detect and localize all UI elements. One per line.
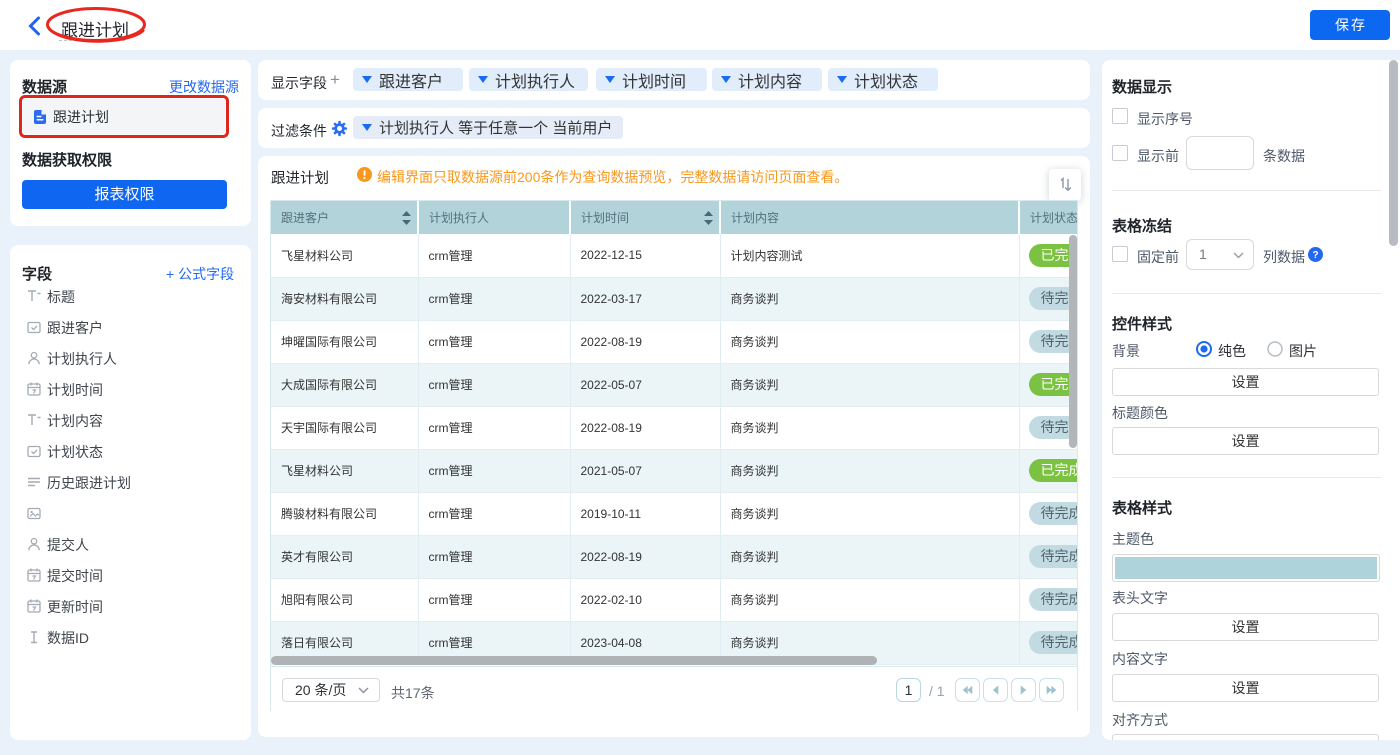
svg-text:?: ? [1312,250,1318,261]
